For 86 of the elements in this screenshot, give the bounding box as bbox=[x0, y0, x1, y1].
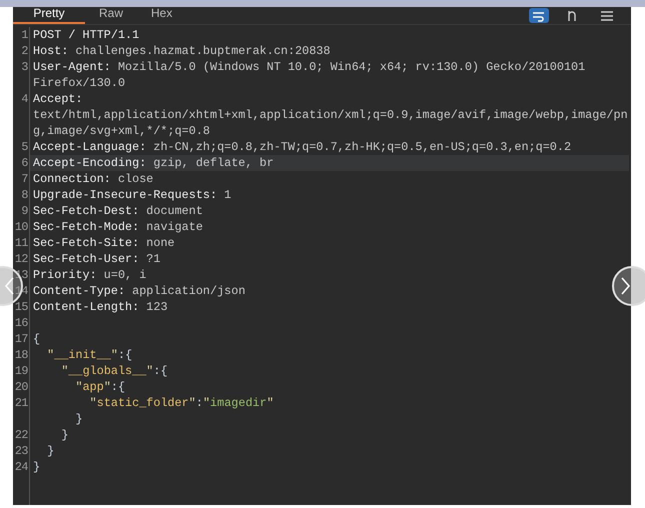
header-value: gzip, deflate, br bbox=[153, 156, 274, 170]
header-value: application/json bbox=[132, 284, 246, 298]
line-number: 9 bbox=[20, 203, 29, 219]
header-value: zh-CN,zh;q=0.8,zh-TW;q=0.7,zh-HK;q=0.5,en-US;q=0.3,en;q=0.2 bbox=[153, 140, 572, 154]
line-number: 15 bbox=[14, 299, 29, 315]
line-number: 1 bbox=[20, 27, 29, 43]
header-value: u=0, i bbox=[104, 268, 146, 282]
quote-mark: " bbox=[61, 364, 68, 378]
line-number: 18 bbox=[14, 347, 29, 363]
header-name: Sec-Fetch-Dest: bbox=[33, 204, 140, 218]
line-number: 23 bbox=[14, 443, 29, 459]
quote-mark: " bbox=[110, 348, 118, 362]
json-brace: } bbox=[47, 444, 54, 458]
json-brace: :{ bbox=[153, 364, 168, 378]
wrap-button[interactable] bbox=[529, 8, 549, 23]
header-value: challenges.hazmat.buptmerak.cn:20838 bbox=[75, 44, 330, 58]
header-name: Connection: bbox=[33, 172, 112, 186]
line-number: 3 bbox=[20, 59, 29, 76]
next-button[interactable] bbox=[612, 266, 645, 306]
json-string: imagedir bbox=[210, 396, 267, 410]
quote-mark: " bbox=[47, 348, 54, 362]
line-number: 10 bbox=[14, 219, 29, 235]
header-name: Upgrade-Insecure-Requests: bbox=[33, 188, 218, 202]
header-value: 123 bbox=[146, 300, 168, 314]
header-value: close bbox=[118, 172, 154, 186]
header-name: Content-Length: bbox=[33, 300, 140, 314]
header-value: 1 bbox=[224, 188, 232, 202]
chevron-left-icon bbox=[4, 277, 14, 295]
quote-mark: " bbox=[104, 380, 111, 394]
json-brace: { bbox=[33, 332, 40, 346]
json-brace: } bbox=[61, 428, 68, 442]
header-name: Accept-Encoding: bbox=[33, 156, 148, 170]
header-value: ?1 bbox=[146, 252, 160, 266]
line-number: 17 bbox=[14, 331, 29, 347]
json-key: static_folder bbox=[96, 396, 189, 410]
line-number: 19 bbox=[14, 363, 29, 379]
json-key: __globals__ bbox=[68, 364, 146, 378]
header-name: Sec-Fetch-Mode: bbox=[33, 220, 140, 234]
json-key: __init__ bbox=[54, 348, 111, 362]
tab[interactable]: Hex bbox=[137, 7, 186, 24]
quote-mark: " bbox=[75, 380, 83, 394]
line-number: 5 bbox=[20, 139, 29, 155]
json-brace: : bbox=[196, 396, 203, 410]
line-number: 24 bbox=[14, 459, 29, 475]
header-name: Sec-Fetch-Site: bbox=[33, 236, 140, 250]
json-brace: :{ bbox=[118, 348, 132, 362]
quote-mark: " bbox=[90, 396, 97, 410]
header-name: Sec-Fetch-User: bbox=[33, 252, 140, 266]
header-name: Content-Type: bbox=[33, 284, 126, 298]
line-number: 20 bbox=[14, 379, 29, 395]
json-brace: } bbox=[75, 412, 83, 426]
header-value: g,image/svg+xml,*/*;q=0.8 bbox=[33, 124, 210, 138]
header-value: Mozilla/5.0 (Windows NT 10.0; Win64; x64; rv:130.0) Gecko/20100101 bbox=[118, 60, 586, 74]
line-number: 11 bbox=[14, 235, 29, 251]
menu-icon bbox=[600, 10, 614, 22]
wrap-icon bbox=[532, 10, 546, 22]
line-number: 4 bbox=[20, 91, 29, 108]
line-number: 16 bbox=[14, 315, 29, 331]
quote-mark: " bbox=[202, 396, 210, 410]
header-value: navigate bbox=[146, 220, 203, 234]
line-number: 12 bbox=[14, 251, 29, 267]
header-value: document bbox=[146, 204, 203, 218]
line-number: 7 bbox=[20, 171, 29, 187]
json-brace: } bbox=[33, 460, 40, 474]
header-name: User-Agent: bbox=[33, 60, 112, 74]
chevron-right-icon bbox=[621, 277, 631, 295]
quote-mark: " bbox=[146, 364, 154, 378]
line-number: 22 bbox=[14, 427, 29, 443]
line-number: 6 bbox=[20, 155, 29, 171]
line-number: 2 bbox=[20, 43, 29, 59]
quote-mark: " bbox=[266, 396, 274, 410]
header-name: Accept: bbox=[33, 92, 83, 106]
json-key: app bbox=[82, 380, 104, 394]
line-number: 21 bbox=[14, 395, 29, 412]
header-name: Accept-Language: bbox=[33, 140, 148, 154]
header-value: Firefox/130.0 bbox=[33, 76, 126, 90]
quote-mark: " bbox=[188, 396, 196, 410]
tab[interactable]: Raw bbox=[85, 7, 138, 24]
header-name: Priority: bbox=[33, 268, 98, 282]
header-value: none bbox=[146, 236, 175, 250]
json-brace: :{ bbox=[110, 380, 126, 394]
header-name: POST / HTTP/1.1 bbox=[33, 28, 140, 42]
line-number: 8 bbox=[20, 187, 29, 203]
header-value: text/html,application/xhtml+xml,application/xml;q=0.9,image/avif,image/webp,image/pn bbox=[33, 108, 628, 122]
tab[interactable]: Pretty bbox=[13, 7, 85, 24]
header-name: Host: bbox=[33, 44, 70, 58]
